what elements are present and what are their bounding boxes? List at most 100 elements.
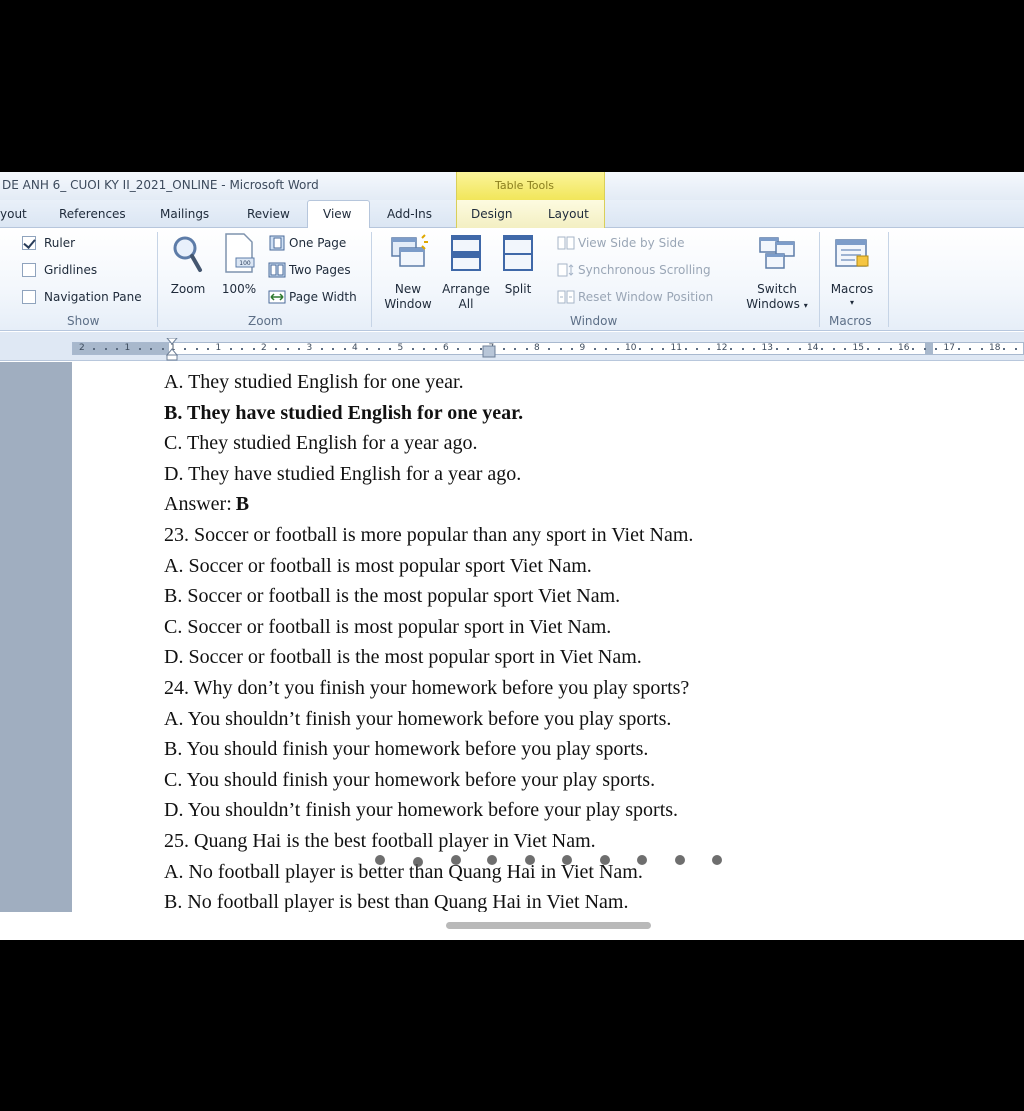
marker-dot [413, 857, 423, 867]
ruler-strip[interactable]: 211123456789101112131415161718 [72, 342, 1024, 355]
ruler-number: 1 [124, 343, 131, 353]
dropdown-arrow-icon: ▾ [803, 301, 808, 310]
reset-window-position-button[interactable]: Reset Window Position [557, 289, 713, 305]
page-100-icon: 100 [225, 233, 255, 273]
group-label-zoom: Zoom [248, 314, 283, 328]
switch-windows-icon [759, 237, 795, 269]
view-side-by-side-label: View Side by Side [578, 236, 685, 250]
ruler-tick [616, 348, 619, 350]
view-side-by-side-button[interactable]: View Side by Side [557, 235, 685, 251]
zoom-100-button[interactable]: 100 100% [218, 232, 260, 302]
group-label-show: Show [67, 314, 100, 328]
option-line: A. Soccer or football is most popular sp… [164, 554, 592, 577]
document-text[interactable]: A. They studied English for one year. B.… [164, 367, 1014, 918]
ruler-number: 10 [625, 343, 637, 353]
zoom-button[interactable]: Zoom [166, 232, 210, 302]
two-pages-button[interactable]: Two Pages [268, 262, 351, 278]
ruler-number: 8 [534, 343, 540, 353]
ribbon-tabs: yout References Mailings Review View Add… [0, 200, 1024, 229]
tab-add-ins[interactable]: Add-Ins [387, 207, 432, 221]
indent-marker-icon[interactable] [165, 338, 179, 362]
ruler-number: 13 [761, 343, 773, 353]
new-window-button[interactable]: New Window [380, 232, 436, 311]
ruler-number: 14 [807, 343, 819, 353]
split-button[interactable]: Split [496, 232, 540, 302]
answer-line: Answer: B [164, 489, 1014, 520]
scroll-indicator[interactable] [446, 922, 651, 929]
ruler-tick [93, 348, 96, 350]
gridlines-checkbox[interactable]: Gridlines [22, 263, 97, 277]
table-tools-header: Table Tools [456, 172, 605, 200]
marker-dot [600, 855, 610, 865]
new-window-icon [391, 234, 428, 267]
ruler-tick [434, 348, 437, 350]
page-width-button[interactable]: Page Width [268, 289, 357, 305]
synchronous-scrolling-button[interactable]: Synchronous Scrolling [557, 262, 711, 278]
two-pages-icon [268, 262, 286, 278]
switch-windows-button[interactable]: Switch Windows ▾ [740, 232, 814, 312]
ruler-tick [229, 348, 232, 350]
ruler-tick [457, 348, 460, 350]
ruler-tick [184, 348, 187, 350]
ruler-tick [571, 348, 574, 350]
ruler-tick [525, 348, 528, 350]
ribbon: Ruler Gridlines Navigation Pane Show Zoo… [0, 228, 1024, 331]
ruler-tick [844, 348, 847, 350]
side-by-side-icon [557, 235, 575, 251]
page-width-icon [268, 289, 286, 305]
ruler-tick [161, 348, 164, 350]
ruler-number: 4 [352, 343, 358, 353]
switch-windows-label-1: Switch [757, 282, 797, 296]
group-label-window: Window [570, 314, 618, 328]
arrange-all-label-1: Arrange [442, 282, 490, 296]
ruler-number: 6 [443, 343, 449, 353]
table-column-marker-icon[interactable] [482, 345, 496, 359]
horizontal-ruler[interactable]: 211123456789101112131415161718 [0, 332, 1024, 361]
option-line: A. No football player is better than Qua… [164, 860, 643, 883]
ruler-tick [593, 348, 596, 350]
tab-table-layout[interactable]: Layout [548, 207, 589, 221]
ruler-checkbox[interactable]: Ruler [22, 236, 75, 250]
ruler-tick [730, 348, 733, 350]
option-line: D. You shouldn’t finish your homework be… [164, 799, 679, 822]
ruler-tick [832, 348, 835, 350]
option-line: D. Soccer or football is the most popula… [164, 646, 642, 669]
title-bar: DE ANH 6_ CUOI KY II_2021_ONLINE - Micro… [0, 172, 1024, 200]
marker-dot [637, 855, 647, 865]
ruler-tick [798, 348, 801, 350]
marker-dot [675, 855, 685, 865]
one-page-button[interactable]: One Page [268, 235, 346, 251]
new-window-label-2: Window [384, 297, 432, 311]
ruler-tick [980, 348, 983, 350]
split-label: Split [504, 282, 532, 296]
two-pages-label: Two Pages [289, 263, 351, 277]
arrange-all-icon [451, 235, 481, 271]
marker-dot [487, 855, 497, 865]
option-line: C. You should finish your homework befor… [164, 768, 656, 791]
ruler-tick [821, 348, 824, 350]
ruler-tick [275, 348, 278, 350]
ruler-tick [138, 348, 141, 350]
macros-button[interactable]: Macros ▾ [824, 232, 880, 312]
question-line: 23. Soccer or football is more popular t… [164, 523, 694, 546]
navigation-pane-checkbox[interactable]: Navigation Pane [22, 290, 142, 304]
option-line: B. You should finish your homework befor… [164, 738, 649, 761]
tab-review[interactable]: Review [247, 207, 290, 221]
ruler-number: 16 [898, 343, 910, 353]
switch-windows-label-2: Windows ▾ [746, 297, 808, 311]
zoom-label: Zoom [170, 282, 206, 296]
ruler-tick [935, 348, 938, 350]
tab-mailings[interactable]: Mailings [160, 207, 209, 221]
word-window: DE ANH 6_ CUOI KY II_2021_ONLINE - Micro… [0, 172, 1024, 940]
reset-window-position-label: Reset Window Position [578, 290, 714, 304]
tab-layout-partial[interactable]: yout [0, 207, 27, 221]
option-line: A. You shouldn’t finish your homework be… [164, 707, 672, 730]
ruler-tick [969, 348, 972, 350]
tab-references[interactable]: References [59, 207, 126, 221]
checkbox-unchecked-icon [22, 290, 36, 304]
ruler-tick [207, 348, 210, 350]
ruler-number: 1 [215, 343, 222, 353]
arrange-all-button[interactable]: Arrange All [440, 232, 492, 311]
tab-view[interactable]: View [323, 207, 351, 221]
tab-design[interactable]: Design [471, 207, 512, 221]
